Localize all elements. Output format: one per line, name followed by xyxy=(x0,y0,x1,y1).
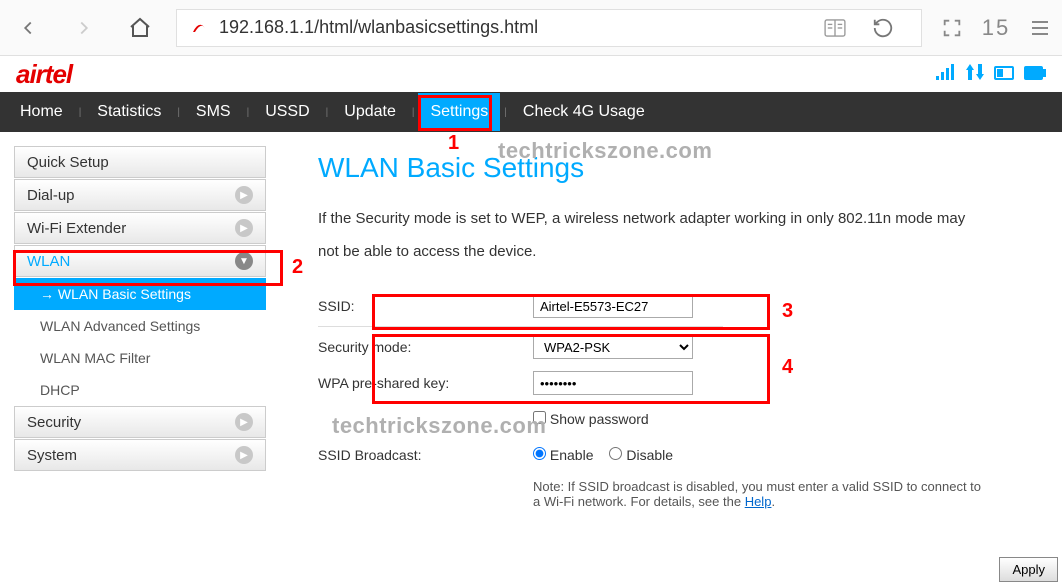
sidebar-item-label: Wi-Fi Extender xyxy=(27,220,126,237)
sidebar-item-dialup[interactable]: Dial-up ▶ xyxy=(14,179,266,211)
forward-button[interactable] xyxy=(56,0,112,56)
sidebar-item-label: WLAN xyxy=(27,253,70,270)
back-button[interactable] xyxy=(0,0,56,56)
sidebar-item-label: Dial-up xyxy=(27,187,75,204)
chevron-right-icon: ▶ xyxy=(235,186,253,204)
chevron-right-icon: ▶ xyxy=(235,446,253,464)
sidebar-item-label: System xyxy=(27,447,77,464)
updown-icon xyxy=(966,64,984,85)
sidebar-item-security[interactable]: Security ▶ xyxy=(14,406,266,438)
secmode-select[interactable]: WPA2-PSK xyxy=(533,335,693,359)
main-panel: WLAN Basic Settings If the Security mode… xyxy=(278,132,1062,584)
home-button[interactable] xyxy=(112,0,168,56)
showpw-checkbox[interactable]: Show password xyxy=(533,411,649,427)
airtel-logo: airtel xyxy=(16,59,72,90)
reader-mode-icon[interactable] xyxy=(815,9,855,47)
nav-sms[interactable]: SMS xyxy=(184,93,243,131)
ssidbc-disable[interactable]: Disable xyxy=(609,447,673,463)
main-nav: Home| Statistics| SMS| USSD| Update| Set… xyxy=(0,92,1062,132)
site-favicon xyxy=(187,16,211,40)
nav-home[interactable]: Home xyxy=(8,93,75,131)
signal-icon xyxy=(936,64,956,85)
tab-count[interactable]: 15 xyxy=(974,0,1018,56)
chevron-right-icon: ▶ xyxy=(235,413,253,431)
secmode-label: Security mode: xyxy=(318,339,533,355)
reload-button[interactable] xyxy=(855,9,911,47)
ssid-input[interactable] xyxy=(533,294,693,318)
nav-update[interactable]: Update xyxy=(332,93,408,131)
intro-text: If the Security mode is set to WEP, a wi… xyxy=(318,202,978,268)
ssidbc-label: SSID Broadcast: xyxy=(318,447,533,463)
url-bar[interactable]: 192.168.1.1/html/wlanbasicsettings.html xyxy=(176,9,922,47)
chevron-right-icon: ▶ xyxy=(235,219,253,237)
nav-ussd[interactable]: USSD xyxy=(253,93,321,131)
status-icons xyxy=(936,64,1046,85)
help-link[interactable]: Help xyxy=(745,494,772,509)
nav-check4g[interactable]: Check 4G Usage xyxy=(511,93,657,131)
nav-settings[interactable]: Settings xyxy=(418,93,500,131)
sidebar-item-system[interactable]: System ▶ xyxy=(14,439,266,471)
sim-icon xyxy=(994,64,1014,85)
battery-icon xyxy=(1024,64,1046,85)
sidebar-item-label: Quick Setup xyxy=(27,154,109,171)
wpakey-input[interactable] xyxy=(533,371,693,395)
apply-button[interactable]: Apply xyxy=(999,557,1058,582)
ssidbc-note: Note: If SSID broadcast is disabled, you… xyxy=(533,479,983,509)
nav-statistics[interactable]: Statistics xyxy=(85,93,173,131)
url-text: 192.168.1.1/html/wlanbasicsettings.html xyxy=(219,17,538,38)
page-title: WLAN Basic Settings xyxy=(318,152,1042,184)
menu-icon[interactable] xyxy=(1018,0,1062,56)
ssid-label: SSID: xyxy=(318,298,533,314)
sidebar-sub-wlanmac[interactable]: WLAN MAC Filter xyxy=(14,342,266,374)
sidebar-item-label: Security xyxy=(27,414,81,431)
sidebar-sub-dhcp[interactable]: DHCP xyxy=(14,374,266,406)
sidebar: Quick Setup Dial-up ▶ Wi-Fi Extender ▶ W… xyxy=(0,132,278,584)
sidebar-item-wlan[interactable]: WLAN ▼ xyxy=(14,245,266,277)
sidebar-sub-wlanadvanced[interactable]: WLAN Advanced Settings xyxy=(14,310,266,342)
ssidbc-enable[interactable]: Enable xyxy=(533,447,593,463)
sidebar-item-quicksetup[interactable]: Quick Setup xyxy=(14,146,266,178)
fullscreen-icon[interactable] xyxy=(930,0,974,56)
wpakey-label: WPA pre-shared key: xyxy=(318,375,533,391)
sidebar-sub-wlanbasic[interactable]: → WLAN Basic Settings xyxy=(14,278,266,310)
chevron-down-icon: ▼ xyxy=(235,252,253,270)
sidebar-item-wifiextender[interactable]: Wi-Fi Extender ▶ xyxy=(14,212,266,244)
